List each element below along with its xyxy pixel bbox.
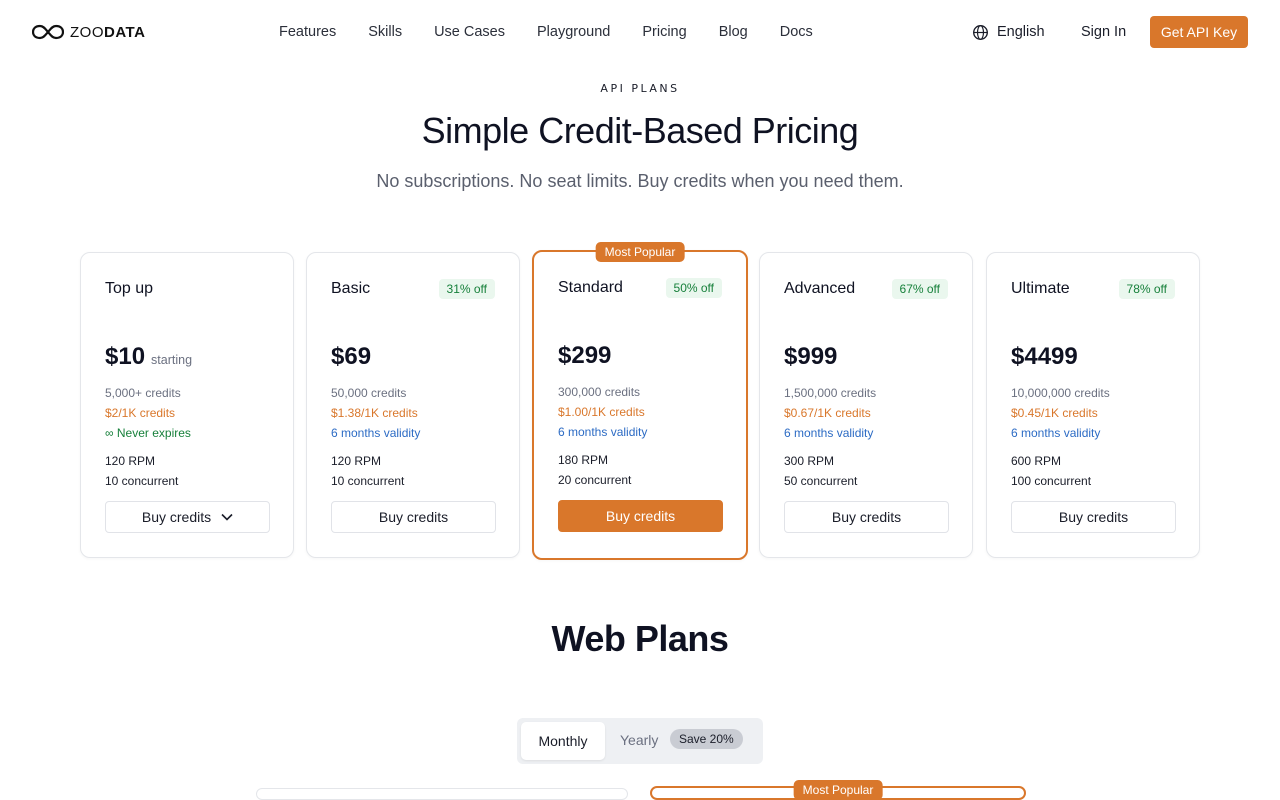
plan-name: Advanced xyxy=(784,280,856,297)
plan-card-ultimate: Ultimate 78% off $4499 10,000,000 credit… xyxy=(986,252,1200,558)
get-api-key-button[interactable]: Get API Key xyxy=(1150,16,1248,48)
plan-concurrency: 50 concurrent xyxy=(784,474,858,488)
plan-price: $69 xyxy=(331,343,372,370)
logo[interactable]: ZOODATA xyxy=(32,22,145,42)
plan-price: $4499 xyxy=(1011,343,1078,370)
nav-blog[interactable]: Blog xyxy=(719,22,748,42)
buy-credits-button[interactable]: Buy credits xyxy=(1011,501,1176,533)
plan-price: $299 xyxy=(558,342,612,369)
discount-badge: 31% off xyxy=(438,279,495,299)
plan-concurrency: 100 concurrent xyxy=(1011,474,1092,488)
plan-credits: 50,000 credits xyxy=(331,386,407,400)
plan-card-advanced: Advanced 67% off $999 1,500,000 credits … xyxy=(759,252,973,558)
plan-name: Top up xyxy=(105,280,154,297)
monthly-toggle-option[interactable]: Monthly xyxy=(521,722,605,760)
plan-card-standard: Most Popular Standard 50% off $299 300,0… xyxy=(532,242,748,560)
buy-credits-dropdown-button[interactable]: Buy credits xyxy=(105,501,270,533)
plan-price: $999 xyxy=(784,343,838,370)
plan-rate: $1.38/1K credits xyxy=(331,406,418,420)
nav-features[interactable]: Features xyxy=(279,22,336,42)
logo-text: ZOODATA xyxy=(70,23,146,41)
sign-in-link[interactable]: Sign In xyxy=(1081,22,1126,42)
plan-credits: 10,000,000 credits xyxy=(1011,386,1110,400)
page-subtitle: No subscriptions. No seat limits. Buy cr… xyxy=(376,171,904,191)
plan-name: Standard xyxy=(558,279,623,296)
plan-name: Basic xyxy=(331,280,371,297)
main-nav: Features Skills Use Cases Playground Pri… xyxy=(279,22,813,42)
plan-price: $10 starting xyxy=(105,343,193,370)
infinity-logo-icon xyxy=(32,24,64,40)
plan-validity: ∞ Never expires xyxy=(105,426,191,440)
nav-skills[interactable]: Skills xyxy=(368,22,402,42)
plan-concurrency: 10 concurrent xyxy=(105,474,179,488)
plan-rate: $0.67/1K credits xyxy=(784,406,871,420)
nav-use-cases[interactable]: Use Cases xyxy=(434,22,505,42)
plan-name: Ultimate xyxy=(1011,280,1070,297)
plan-validity: 6 months validity xyxy=(558,425,648,439)
plan-validity: 6 months validity xyxy=(331,426,421,440)
save-badge: Save 20% xyxy=(670,729,743,749)
section-eyebrow: API PLANS xyxy=(600,82,680,95)
plan-validity: 6 months validity xyxy=(1011,426,1101,440)
buy-label: Buy credits xyxy=(141,509,212,525)
price-note: starting xyxy=(151,353,193,367)
plan-rpm: 120 RPM xyxy=(105,454,156,468)
discount-badge: 67% off xyxy=(891,279,948,299)
language-label: English xyxy=(997,24,1045,40)
chevron-down-icon xyxy=(221,513,233,521)
nav-playground[interactable]: Playground xyxy=(537,22,610,42)
plan-credits: 1,500,000 credits xyxy=(784,386,877,400)
plan-rpm: 600 RPM xyxy=(1011,454,1062,468)
plan-rpm: 120 RPM xyxy=(331,454,382,468)
globe-icon xyxy=(973,24,988,40)
web-plans-title: Web Plans xyxy=(551,618,729,659)
most-popular-badge: Most Popular xyxy=(793,780,883,800)
plan-rpm: 180 RPM xyxy=(558,453,609,467)
buy-credits-button[interactable]: Buy credits xyxy=(784,501,949,533)
nav-docs[interactable]: Docs xyxy=(780,22,813,42)
discount-badge: 78% off xyxy=(1118,279,1175,299)
plan-concurrency: 20 concurrent xyxy=(558,473,632,487)
plan-rpm: 300 RPM xyxy=(784,454,835,468)
plan-rate: $2/1K credits xyxy=(105,406,176,420)
plan-validity: 6 months validity xyxy=(784,426,874,440)
site-header: ZOODATA Features Skills Use Cases Playgr… xyxy=(0,0,1280,64)
web-plan-card-featured: Most Popular xyxy=(650,780,1026,800)
plan-rate: $1.00/1K credits xyxy=(558,405,645,419)
buy-credits-button[interactable]: Buy credits xyxy=(331,501,496,533)
web-plan-card xyxy=(256,788,628,800)
buy-credits-button[interactable]: Buy credits xyxy=(558,500,723,532)
nav-pricing[interactable]: Pricing xyxy=(642,22,686,42)
plan-credits: 300,000 credits xyxy=(558,385,641,399)
plan-credits: 5,000+ credits xyxy=(105,386,181,400)
page-title: Simple Credit-Based Pricing xyxy=(421,110,859,151)
most-popular-badge: Most Popular xyxy=(595,242,685,262)
billing-period-toggle: Monthly Yearly Save 20% xyxy=(517,718,763,764)
infinity-icon: ∞ xyxy=(105,426,117,440)
language-selector[interactable]: English xyxy=(972,22,1045,42)
yearly-toggle-option[interactable]: Yearly xyxy=(620,732,658,748)
discount-badge: 50% off xyxy=(665,278,722,298)
plan-card-top-up: Top up $10 starting 5,000+ credits $2/1K … xyxy=(80,252,294,558)
plan-card-basic: Basic 31% off $69 50,000 credits $1.38/1… xyxy=(306,252,520,558)
plan-rate: $0.45/1K credits xyxy=(1011,406,1098,420)
plan-concurrency: 10 concurrent xyxy=(331,474,405,488)
